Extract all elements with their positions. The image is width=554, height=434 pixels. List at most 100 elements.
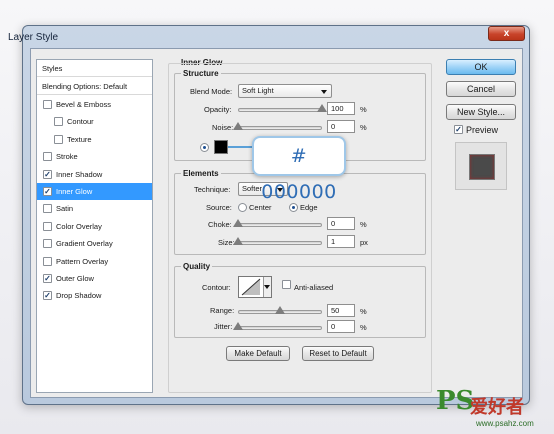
styles-header[interactable]: Styles [37,60,152,77]
contour-curve-icon [241,278,261,296]
blend-mode-select[interactable]: Soft Light [238,84,332,98]
style-item-label: Stroke [56,152,78,162]
jitter-input[interactable]: 0 [327,320,355,333]
style-checkbox[interactable] [43,204,52,214]
jitter-thumb[interactable] [233,322,243,330]
chevron-down-icon [321,90,327,94]
swatch-connector [228,146,252,148]
style-checkbox[interactable] [43,221,52,231]
style-item-drop-shadow[interactable]: ✓ Drop Shadow [37,287,152,304]
chevron-down-icon [264,285,270,289]
reset-to-default-button[interactable]: Reset to Default [302,346,374,361]
choke-input[interactable]: 0 [327,217,355,230]
style-item-outer-glow[interactable]: ✓ Outer Glow [37,270,152,287]
style-checkbox[interactable] [54,117,63,127]
preview-label: Preview [466,125,499,135]
style-item-label: Pattern Overlay [56,256,109,266]
choke-thumb[interactable] [233,219,243,227]
style-item-label: Drop Shadow [56,291,102,301]
style-item-stroke[interactable]: Stroke [37,148,152,165]
size-thumb[interactable] [233,237,243,245]
contour-dropdown[interactable] [263,277,271,297]
opacity-thumb[interactable] [317,104,327,112]
source-label: Source: [206,203,232,212]
style-item-texture[interactable]: Texture [37,131,152,148]
style-item-bevel-emboss[interactable]: Bevel & Emboss [37,96,152,113]
noise-label: Noise: [212,123,234,132]
close-button[interactable]: x [488,26,525,41]
style-item-gradient-overlay[interactable]: Gradient Overlay [37,235,152,252]
jitter-label: Jitter: [214,322,233,331]
style-item-label: Bevel & Emboss [56,100,112,109]
noise-slider[interactable] [238,126,322,130]
size-slider[interactable] [238,241,322,245]
watermark-ps: PS [436,386,475,416]
style-item-satin[interactable]: Satin [37,200,152,217]
watermark-url: www.psahz.com [476,419,534,428]
anti-aliased-checkbox[interactable] [282,280,291,289]
jitter-unit: % [360,323,367,332]
ok-button[interactable]: OK [446,59,516,75]
jitter-slider[interactable] [238,326,322,330]
noise-thumb[interactable] [233,122,243,130]
style-item-label: Satin [56,204,74,214]
choke-slider[interactable] [238,223,322,227]
noise-input[interactable]: 0 [327,120,355,133]
style-item-label: Inner Glow [56,187,93,196]
opacity-unit: % [360,105,367,114]
style-checkbox[interactable] [43,100,52,109]
style-item-pattern-overlay[interactable]: Pattern Overlay [37,253,152,270]
quality-title: Quality [181,262,213,271]
style-checkbox[interactable]: ✓ [43,169,52,179]
color-swatch-icon[interactable] [214,140,228,154]
blending-options[interactable]: Blending Options: Default [37,78,152,95]
make-default-button[interactable]: Make Default [226,346,290,361]
elements-title: Elements [181,169,221,178]
style-checkbox[interactable] [43,152,52,162]
blending-options-label: Blending Options: Default [42,82,128,91]
hex-tooltip: # 000000 [252,136,346,203]
structure-title: Structure [181,69,221,78]
opacity-slider[interactable] [238,108,322,112]
size-unit: px [360,238,368,247]
style-item-inner-shadow[interactable]: ✓ Inner Shadow [37,166,152,183]
source-center-radio[interactable] [238,203,247,212]
range-unit: % [360,307,367,316]
choke-label: Choke: [208,220,232,229]
range-input[interactable]: 50 [327,304,355,317]
noise-unit: % [360,123,367,132]
cancel-button[interactable]: Cancel [446,81,516,97]
range-label: Range: [210,306,235,315]
style-item-label: Outer Glow [56,274,94,283]
style-item-label: Texture [67,134,92,144]
style-checkbox[interactable] [43,239,52,249]
styles-header-label: Styles [42,64,63,73]
technique-label: Technique: [194,185,231,194]
style-item-inner-glow[interactable]: ✓ Inner Glow [37,183,152,200]
style-item-label: Gradient Overlay [56,239,113,249]
close-icon: x [503,28,510,39]
style-item-label: Contour [67,117,94,127]
style-item-color-overlay[interactable]: Color Overlay [37,218,152,235]
range-thumb[interactable] [275,306,285,314]
style-item-label: Inner Shadow [56,169,103,179]
contour-picker[interactable] [238,276,272,298]
preview-thumbnail-icon [455,142,507,190]
style-checkbox[interactable] [43,256,52,266]
preview-checkbox[interactable]: ✓ [454,125,463,134]
style-checkbox[interactable]: ✓ [43,274,52,283]
size-input[interactable]: 1 [327,235,355,248]
preview-swatch [469,154,495,180]
style-item-contour[interactable]: Contour [37,113,152,130]
opacity-label: Opacity: [204,105,232,114]
choke-unit: % [360,220,367,229]
style-item-label: Color Overlay [56,221,102,231]
opacity-input[interactable]: 100 [327,102,355,115]
window-title: Layer Style [8,32,59,43]
new-style-button[interactable]: New Style... [446,104,516,120]
color-mode-radio[interactable] [200,143,209,152]
style-checkbox[interactable]: ✓ [43,291,52,301]
blend-mode-label: Blend Mode: [190,87,233,96]
style-checkbox[interactable] [54,134,63,144]
style-checkbox[interactable]: ✓ [43,187,52,196]
